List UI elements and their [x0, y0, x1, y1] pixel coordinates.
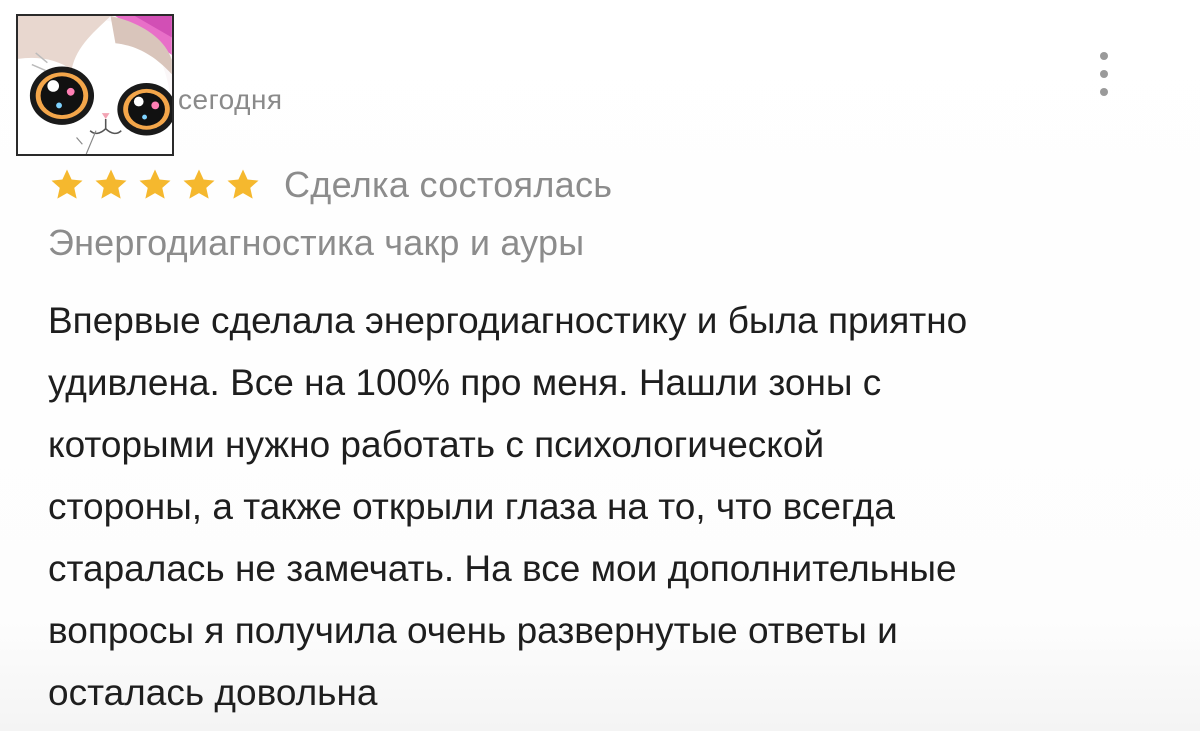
star-icon: [48, 166, 86, 204]
star-icon: [180, 166, 218, 204]
star-rating: [48, 166, 262, 204]
deal-status-label: Сделка состоялась: [284, 164, 613, 205]
star-icon: [136, 166, 174, 204]
more-options-button[interactable]: [1092, 52, 1116, 96]
star-icon: [224, 166, 262, 204]
menu-dot: [1100, 52, 1108, 60]
star-icon: [92, 166, 130, 204]
review-date: сегодня: [178, 84, 283, 115]
avatar[interactable]: [16, 14, 174, 156]
rating-row: Сделка состоялась: [48, 160, 612, 210]
menu-dot: [1100, 70, 1108, 78]
review-text: Впервые сделала энергодиагностику и была…: [48, 300, 968, 713]
menu-dot: [1100, 88, 1108, 96]
cat-avatar-image: [18, 16, 172, 154]
review-card: сегодня Сделка состоялась Энергодиагност…: [0, 0, 1200, 731]
service-name[interactable]: Энергодиагностика чакр и ауры: [48, 222, 584, 264]
